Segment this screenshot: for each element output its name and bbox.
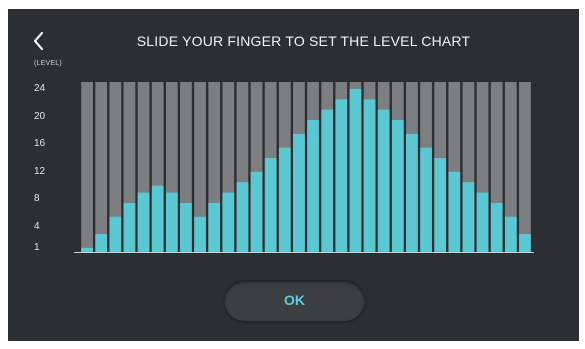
bar-level[interactable] (476, 192, 489, 252)
bar-level[interactable] (208, 202, 221, 252)
bar-level[interactable] (335, 99, 348, 252)
bar-level[interactable] (293, 133, 305, 252)
bar-level[interactable] (490, 202, 503, 252)
bar-level[interactable] (363, 99, 376, 252)
bar-track[interactable] (81, 82, 93, 252)
bar-level[interactable] (377, 109, 390, 252)
bar-level[interactable] (519, 234, 531, 252)
bar-level[interactable] (278, 147, 291, 252)
bar-level[interactable] (165, 192, 178, 252)
bar-level[interactable] (406, 133, 418, 252)
bar-level[interactable] (264, 158, 277, 252)
bar-level[interactable] (504, 216, 517, 252)
bar-level[interactable] (123, 202, 136, 252)
bar-level[interactable] (137, 192, 150, 252)
bar-level[interactable] (321, 109, 334, 252)
bar-level[interactable] (307, 120, 319, 252)
bar-level[interactable] (349, 88, 362, 252)
bar-level[interactable] (194, 216, 206, 252)
bar-level[interactable] (420, 147, 432, 252)
bar-level[interactable] (180, 202, 192, 252)
bar-level[interactable] (81, 247, 93, 252)
bar-track[interactable] (95, 82, 108, 252)
bar-track[interactable] (519, 82, 531, 252)
bar-level[interactable] (434, 158, 447, 252)
bar-level[interactable] (250, 171, 263, 252)
bar-level[interactable] (236, 182, 249, 252)
bar-level[interactable] (448, 171, 461, 252)
ok-button[interactable]: OK (224, 280, 365, 321)
bar-level[interactable] (151, 185, 164, 252)
bar-level[interactable] (391, 120, 404, 252)
bar-level[interactable] (109, 216, 122, 252)
bar-level[interactable] (95, 234, 108, 252)
bar-level[interactable] (222, 192, 235, 252)
bar-level[interactable] (462, 182, 475, 252)
